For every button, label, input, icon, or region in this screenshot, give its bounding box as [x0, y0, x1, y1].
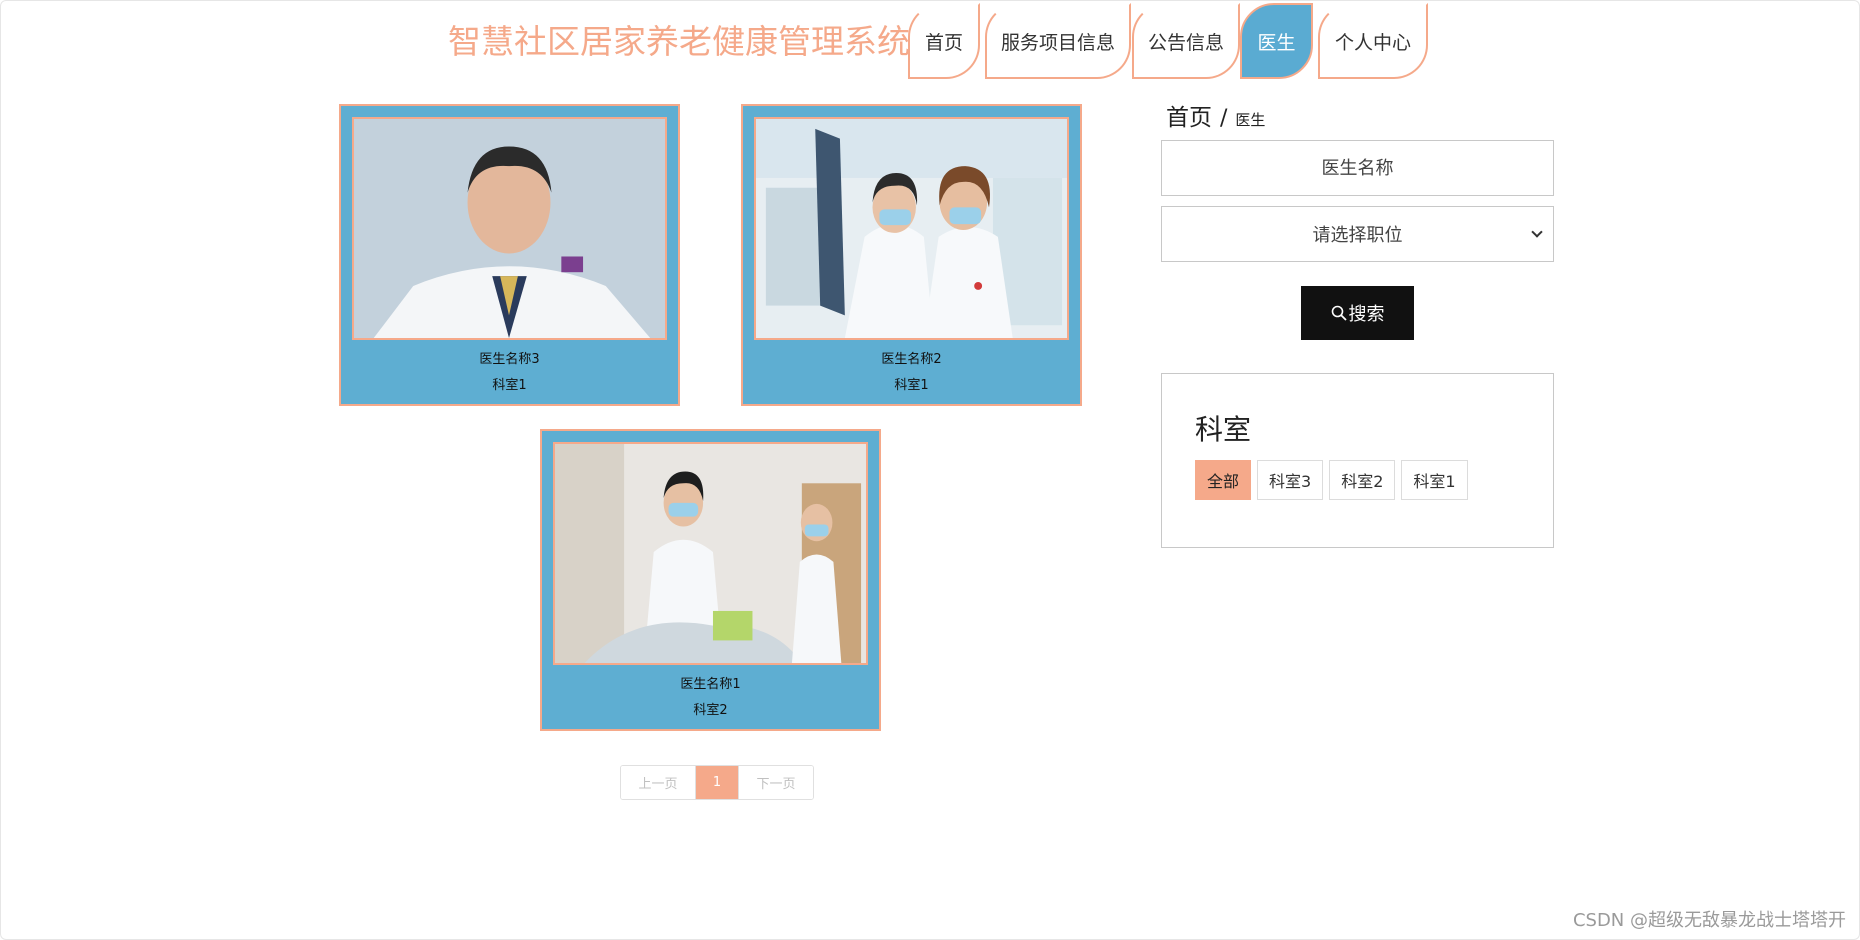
- pagination: 上一页 1 下一页: [620, 765, 814, 800]
- doctor-name: 医生名称3: [479, 352, 540, 367]
- position-select-value: 请选择职位: [1312, 225, 1403, 246]
- doctor-name-field[interactable]: [1161, 140, 1554, 196]
- doctor-dept: 科室2: [693, 703, 728, 718]
- doctor-portrait-photo: [352, 117, 667, 340]
- nav-item-services[interactable]: 服务项目信息: [985, 3, 1131, 79]
- department-chip-3[interactable]: 科室3: [1257, 460, 1324, 500]
- doctor-name: 医生名称2: [881, 352, 942, 367]
- department-title: 科室: [1195, 413, 1252, 446]
- department-filter-panel: 科室 全部 科室3 科室2 科室1: [1161, 373, 1554, 548]
- watermark: CSDN @超级无敌暴龙战士塔塔开: [1572, 910, 1846, 931]
- nav-item-notices[interactable]: 公告信息: [1132, 3, 1240, 79]
- department-chips: 全部 科室3 科室2 科室1: [1195, 460, 1474, 500]
- doctor-card[interactable]: 医生名称3 科室1: [339, 104, 680, 406]
- search-icon: [1331, 305, 1347, 321]
- site-title: 智慧社区居家养老健康管理系统: [448, 22, 910, 61]
- page-number-button[interactable]: 1: [696, 766, 738, 799]
- doctor-card[interactable]: 医生名称1 科室2: [540, 429, 881, 731]
- doctor-name-input[interactable]: [1162, 141, 1553, 195]
- doctor-with-patient-photo: [553, 442, 868, 665]
- breadcrumb-home[interactable]: 首页: [1166, 98, 1212, 132]
- doctor-card[interactable]: 医生名称2 科室1: [741, 104, 1082, 406]
- breadcrumb-current: 医生: [1235, 111, 1266, 129]
- nav-item-doctors[interactable]: 医生: [1240, 3, 1313, 79]
- search-button[interactable]: 搜索: [1301, 286, 1414, 340]
- next-page-button[interactable]: 下一页: [738, 766, 813, 799]
- doctor-name: 医生名称1: [680, 677, 741, 692]
- position-select[interactable]: 请选择职位: [1161, 206, 1554, 262]
- department-chip-2[interactable]: 科室2: [1329, 460, 1396, 500]
- nav-item-home[interactable]: 首页: [908, 3, 980, 79]
- breadcrumb: 首页 / 医生: [1166, 98, 1266, 131]
- chevron-down-icon: [1531, 226, 1543, 238]
- search-button-label: 搜索: [1348, 304, 1385, 325]
- doctor-dept: 科室1: [894, 378, 929, 393]
- doctors-reviewing-xray-photo: [754, 117, 1069, 340]
- nav-item-profile[interactable]: 个人中心: [1318, 3, 1428, 79]
- department-chip-all[interactable]: 全部: [1195, 460, 1252, 500]
- department-chip-1[interactable]: 科室1: [1401, 460, 1468, 500]
- breadcrumb-separator: /: [1220, 106, 1228, 131]
- prev-page-button[interactable]: 上一页: [621, 766, 696, 799]
- doctor-dept: 科室1: [492, 378, 527, 393]
